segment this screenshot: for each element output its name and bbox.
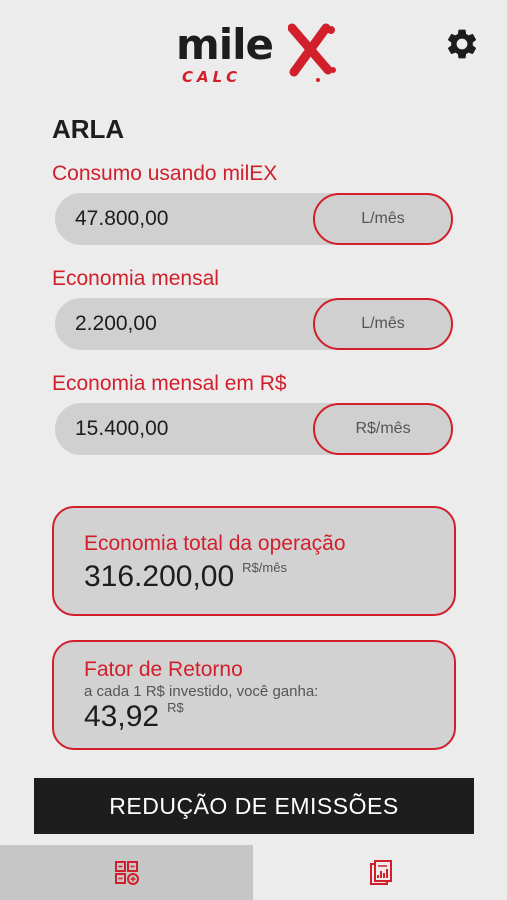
consumo-unit-selector[interactable]: L/mês: [313, 193, 453, 245]
total-economy-card: Economia total da operação 316.200,00 R$/…: [52, 506, 456, 616]
return-factor-title: Fator de Retorno: [84, 658, 243, 681]
total-economy-value-line: 316.200,00 R$/mês: [84, 560, 287, 594]
page-title: ARLA: [52, 114, 125, 144]
economia-reais-row: 15.400,00 R$/mês: [55, 403, 453, 455]
economia-mensal-unit-selector[interactable]: L/mês: [313, 298, 453, 350]
economia-mensal-input[interactable]: 2.200,00: [55, 298, 355, 350]
emissions-reduction-button[interactable]: REDUÇÃO DE EMISSÕES: [34, 778, 474, 834]
return-factor-unit: R$: [167, 700, 184, 715]
total-economy-unit: R$/mês: [242, 560, 287, 575]
return-factor-subtitle: a cada 1 R$ investido, você ganha:: [84, 683, 319, 700]
milex-calc-logo: mile CALC: [176, 18, 336, 96]
logo-word: mile: [176, 20, 274, 69]
return-factor-value-line: 43,92 R$: [84, 700, 184, 734]
economia-reais-input[interactable]: 15.400,00: [55, 403, 355, 455]
logo-sub: CALC: [182, 68, 242, 86]
logo-x-mark: [288, 23, 336, 82]
tab-calculator[interactable]: [0, 845, 253, 900]
economia-reais-label: Economia mensal em R$: [52, 372, 287, 395]
calculator-icon: [114, 860, 139, 885]
app-header: mile CALC: [0, 0, 507, 100]
total-economy-title: Economia total da operação: [84, 532, 346, 555]
consumo-row: 47.800,00 L/mês: [55, 193, 453, 245]
gear-icon[interactable]: [444, 26, 480, 62]
economia-mensal-row: 2.200,00 L/mês: [55, 298, 453, 350]
economia-mensal-label: Economia mensal: [52, 267, 219, 290]
tab-report[interactable]: [254, 845, 507, 900]
report-icon: [369, 859, 392, 885]
bottom-nav: [0, 845, 507, 900]
consumo-input[interactable]: 47.800,00: [55, 193, 355, 245]
consumo-label: Consumo usando milEX: [52, 162, 278, 185]
return-factor-card: Fator de Retorno a cada 1 R$ investido, …: [52, 640, 456, 750]
return-factor-value: 43,92: [84, 700, 160, 733]
economia-reais-unit-selector[interactable]: R$/mês: [313, 403, 453, 455]
total-economy-value: 316.200,00: [84, 560, 235, 593]
